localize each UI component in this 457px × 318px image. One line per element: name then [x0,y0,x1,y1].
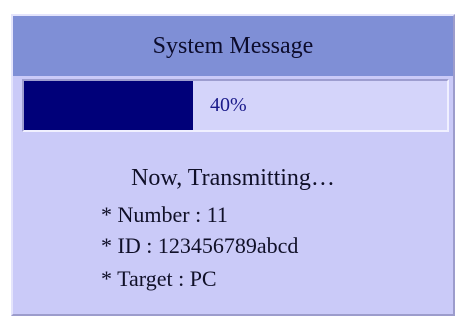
progress-fill [24,81,194,130]
progress-percent-label: 40% [210,94,247,116]
status-text: Now, Transmitting… [131,165,335,191]
dialog-title: System Message [152,33,314,59]
detail-number: * Number : 11 [101,202,228,227]
detail-id: * ID : 123456789abcd [101,233,299,258]
transmit-progress-bar: 40% [22,79,449,132]
dialog-title-bar: System Message [13,16,453,76]
system-message-dialog: System Message 40% Now, Transmitting… * … [11,14,455,316]
detail-target: * Target : PC [101,266,217,291]
